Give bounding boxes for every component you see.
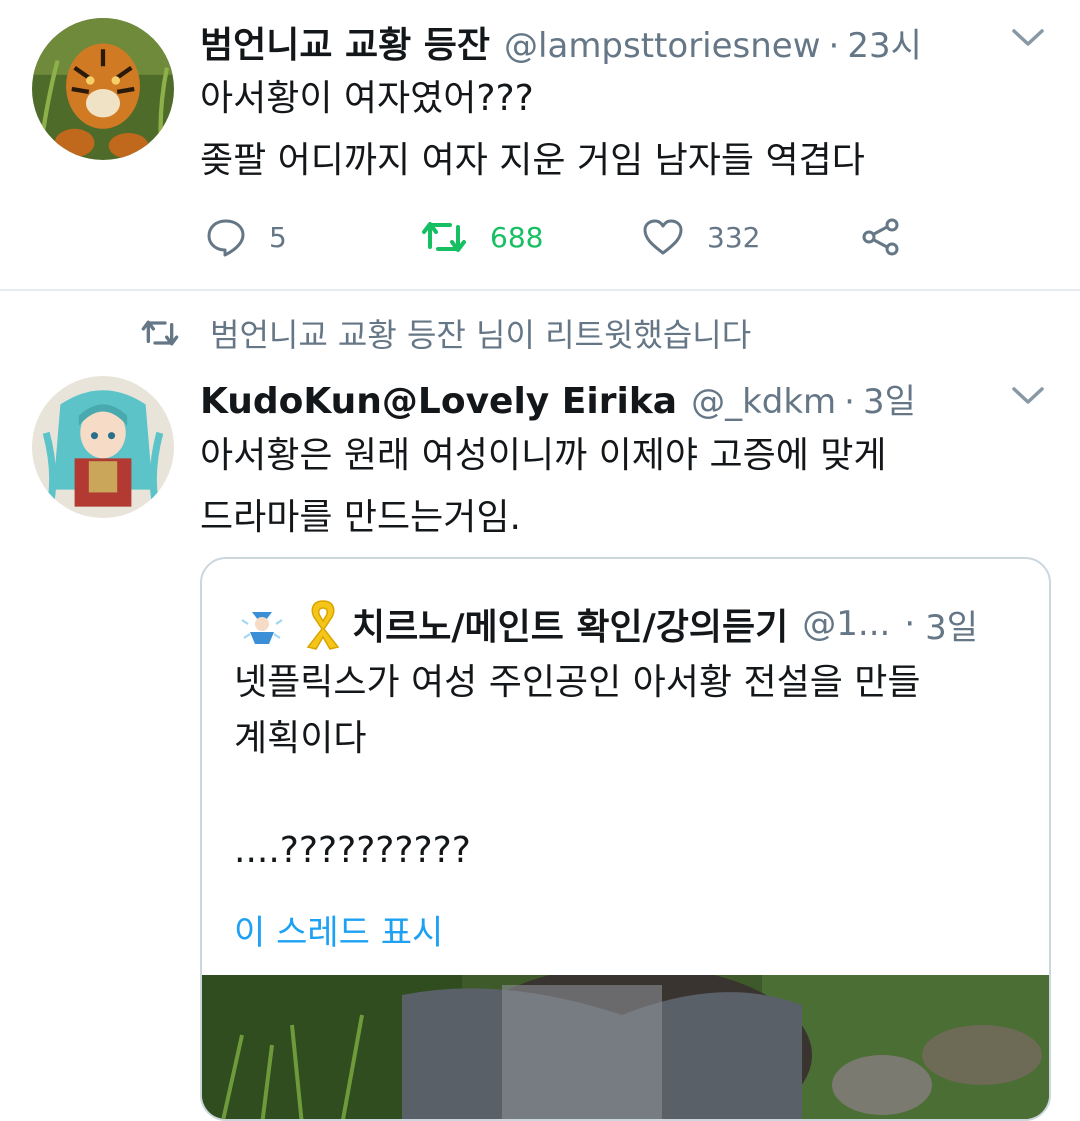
anime-character-image [32, 376, 174, 518]
like-button[interactable]: 332 [641, 217, 760, 257]
tiger-avatar[interactable] [32, 18, 174, 160]
quoted-author-avatar[interactable] [236, 598, 288, 650]
tweet1-timestamp[interactable]: 23시 [847, 18, 922, 67]
tweet1-header: 범언니교 교황 등잔 @lampsttoriesnew · 23시 [200, 16, 922, 68]
tweet1-text: 아서황이 여자였어??? 좆팔 어디까지 여자 지운 거임 남자들 역겹다 [200, 78, 865, 181]
anime-avatar[interactable] [32, 376, 174, 518]
retweet-note[interactable]: 범언니교 교황 등잔 님이 리트윗했습니다 [140, 310, 751, 356]
quoted-author-name[interactable]: 치르노/메인트 확인/강의듣기 [352, 598, 788, 650]
retweet-icon [141, 320, 179, 346]
tweet-divider [0, 289, 1080, 291]
tweet2-text: 아서황은 원래 여성이니까 이제야 고증에 맞게 드라마를 만드는거임. [200, 435, 887, 538]
quoted-media-image[interactable] [202, 975, 1049, 1121]
quoted-tweet-header: 치르노/메인트 확인/강의듣기 @1... · 3일 [236, 597, 978, 651]
tweet1-separator: · [828, 26, 840, 66]
yellow-ribbon-icon [306, 600, 340, 650]
tweet2-timestamp[interactable]: 3일 [863, 374, 916, 423]
tweet1-author-name[interactable]: 범언니교 교황 등잔 [200, 16, 490, 68]
reply-count: 5 [269, 220, 287, 254]
retweet-count: 688 [490, 220, 544, 254]
share-button[interactable] [860, 217, 926, 257]
chevron-down-icon[interactable] [1008, 380, 1048, 410]
tweet2-separator: · [844, 382, 855, 422]
heart-icon [643, 219, 683, 255]
retweet-note-text: 범언니교 교황 등잔 님이 리트윗했습니다 [210, 316, 752, 354]
tweet2-handle[interactable]: @_kdkm [691, 382, 836, 422]
like-count: 332 [707, 220, 761, 254]
reply-icon [207, 219, 245, 257]
quoted-timestamp[interactable]: 3일 [925, 600, 978, 649]
tweet2-author-name[interactable]: KudoKun@Lovely Eirika [200, 381, 677, 422]
tweet2-header: KudoKun@Lovely Eirika @_kdkm · 3일 [200, 374, 916, 423]
tweet1-handle[interactable]: @lampsttoriesnew [504, 26, 821, 66]
show-thread-link[interactable]: 이 스레드 표시 [234, 905, 443, 954]
share-icon [862, 218, 899, 256]
quoted-tweet-text: 넷플릭스가 여성 주인공인 아서황 전설을 만들 계획이다 ....??????… [234, 662, 921, 871]
quoted-author-handle[interactable]: @1... [802, 604, 890, 644]
reply-button[interactable]: 5 [205, 217, 287, 257]
retweet-icon [422, 222, 466, 252]
quoted-separator: · [904, 604, 916, 644]
chevron-down-icon[interactable] [1008, 22, 1048, 52]
tiger-image [32, 18, 174, 160]
retweet-button[interactable]: 688 [420, 217, 543, 257]
